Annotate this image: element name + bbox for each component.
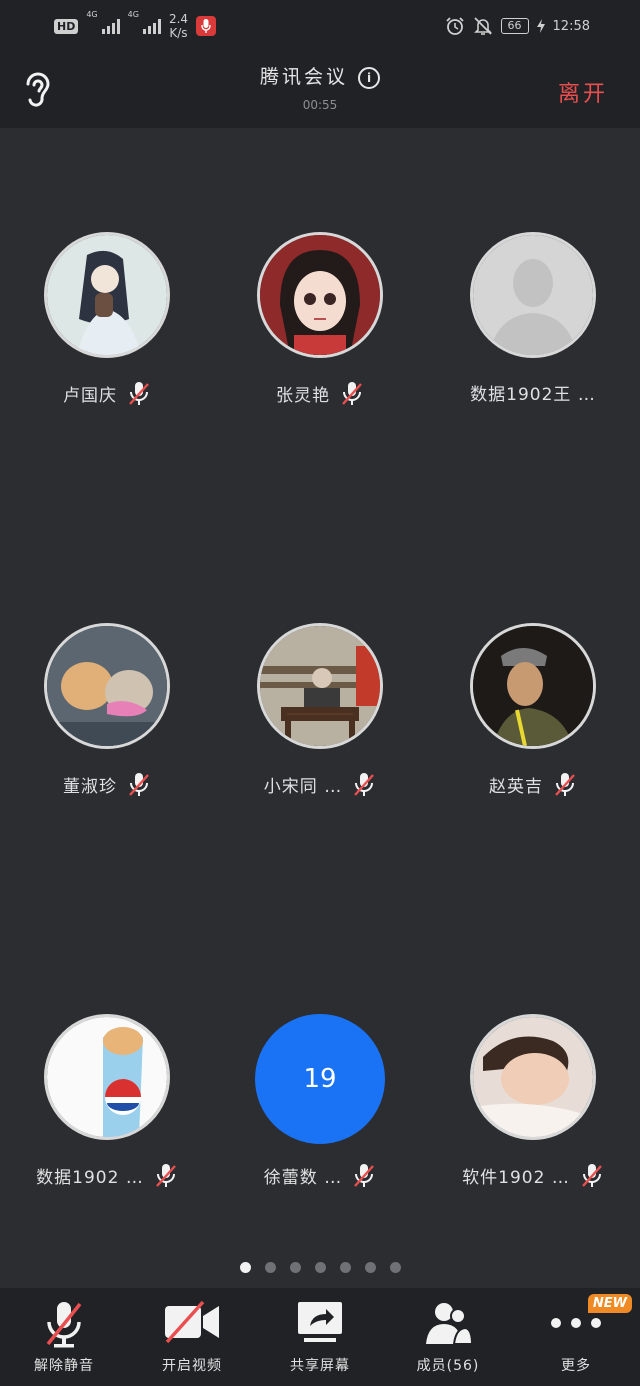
participant-label: 数据1902王 …	[433, 380, 633, 405]
participant-name: 小宋同 …	[263, 776, 343, 797]
participant-tile[interactable]: 数据1902 …	[7, 1014, 207, 1194]
initials-avatar: 19	[255, 1014, 385, 1144]
avatar	[257, 232, 383, 358]
members-button[interactable]: 成员(56)	[384, 1288, 512, 1386]
participant-label: 软件1902 …	[433, 1162, 633, 1188]
network-speed: 2.4 K/s	[169, 12, 188, 40]
page-dot-3[interactable]	[289, 1262, 301, 1273]
page-indicator	[0, 1262, 640, 1273]
speed-unit: K/s	[169, 26, 188, 40]
avatar	[44, 623, 170, 749]
participant-name: 软件1902 …	[462, 1167, 570, 1188]
participant-tile[interactable]: 董淑珍	[7, 623, 207, 803]
mic-muted-icon	[129, 382, 149, 405]
avatar	[470, 623, 596, 749]
share-screen-label: 共享屏幕	[290, 1358, 350, 1374]
start-video-button[interactable]: 开启视频	[128, 1288, 256, 1386]
start-video-label: 开启视频	[162, 1358, 222, 1374]
share-screen-button[interactable]: 共享屏幕	[256, 1288, 384, 1386]
notifications-off-icon	[473, 17, 492, 35]
participant-tile[interactable]: 软件1902 …	[433, 1014, 633, 1194]
battery-icon: 66	[500, 18, 529, 34]
page-dot-1[interactable]	[239, 1262, 251, 1273]
avatar	[470, 1014, 596, 1140]
info-icon[interactable]: i	[358, 66, 380, 89]
network-type-1: 4G	[86, 10, 98, 19]
participant-label: 数据1902 …	[7, 1162, 207, 1188]
unmute-button[interactable]: 解除静音	[0, 1288, 128, 1386]
avatar	[44, 232, 170, 358]
mic-muted-icon	[581, 1164, 602, 1187]
meeting-title-text: 腾讯会议	[259, 66, 348, 88]
default-avatar	[470, 232, 596, 358]
unmute-label: 解除静音	[34, 1358, 94, 1374]
signal-icon	[142, 18, 161, 34]
participant-name: 赵英吉	[489, 776, 543, 797]
more-button[interactable]: NEW 更多	[512, 1288, 640, 1386]
meeting-toolbar: 解除静音 开启视频 共享屏幕 成员(56) NEW 更多	[0, 1288, 640, 1386]
participant-label: 董淑珍	[7, 771, 207, 797]
members-icon	[426, 1303, 472, 1345]
charging-icon	[536, 19, 545, 33]
meeting-timer: 00:55	[302, 98, 338, 112]
network-type-2: 4G	[127, 10, 139, 19]
meeting-title: 腾讯会议 i	[0, 62, 640, 89]
participant-label: 卢国庆	[7, 380, 207, 406]
hd-indicator: HD	[54, 18, 79, 34]
clock: 12:58	[552, 18, 590, 34]
participant-name: 数据1902 …	[36, 1167, 144, 1188]
participant-tile[interactable]: 卢国庆	[7, 232, 207, 412]
page-dot-2[interactable]	[264, 1262, 276, 1273]
mic-muted-icon	[129, 773, 149, 796]
new-badge: NEW	[587, 1294, 632, 1313]
signal-icon	[101, 18, 120, 34]
page-dot-7[interactable]	[389, 1262, 401, 1273]
mic-muted-icon	[555, 773, 575, 796]
share-screen-icon	[298, 1302, 342, 1342]
members-label: 成员(56)	[416, 1358, 480, 1374]
more-dots-icon	[551, 1318, 601, 1328]
participant-name: 卢国庆	[63, 385, 117, 406]
avatar	[257, 623, 383, 749]
status-bar: HD 4G 4G 2.4 K/s 66 12:58	[0, 0, 640, 52]
participant-name: 张灵艳	[276, 385, 330, 406]
participant-tile[interactable]: 小宋同 …	[220, 623, 420, 803]
participant-name: 徐蕾数 …	[263, 1167, 343, 1188]
mic-muted-icon	[354, 773, 375, 796]
leave-button[interactable]: 离开	[558, 76, 608, 108]
mic-recording-icon	[196, 16, 217, 36]
more-label: 更多	[561, 1358, 591, 1374]
participant-label: 小宋同 …	[220, 771, 420, 797]
page-dot-5[interactable]	[339, 1262, 351, 1273]
video-off-icon	[165, 1300, 219, 1344]
participant-label: 张灵艳	[220, 380, 420, 406]
participant-name: 董淑珍	[63, 776, 117, 797]
mic-muted-icon	[354, 1164, 375, 1187]
mic-muted-icon	[342, 382, 362, 405]
participant-tile[interactable]: 张灵艳	[220, 232, 420, 412]
participant-name: 数据1902王 …	[470, 385, 596, 405]
mic-muted-icon	[46, 1302, 82, 1348]
participant-tile[interactable]: 数据1902王 …	[433, 232, 633, 412]
participant-tile[interactable]: 赵英吉	[433, 623, 633, 803]
participant-label: 赵英吉	[433, 771, 633, 797]
mic-muted-icon	[155, 1164, 176, 1187]
alarm-icon	[445, 17, 464, 35]
speed-value: 2.4	[168, 12, 189, 26]
page-dot-6[interactable]	[364, 1262, 376, 1273]
meeting-header: 腾讯会议 i 00:55 离开	[0, 52, 640, 128]
avatar	[44, 1014, 170, 1140]
page-dot-4[interactable]	[314, 1262, 326, 1273]
participant-tile[interactable]: 19 徐蕾数 …	[220, 1014, 420, 1194]
participant-label: 徐蕾数 …	[220, 1162, 420, 1188]
